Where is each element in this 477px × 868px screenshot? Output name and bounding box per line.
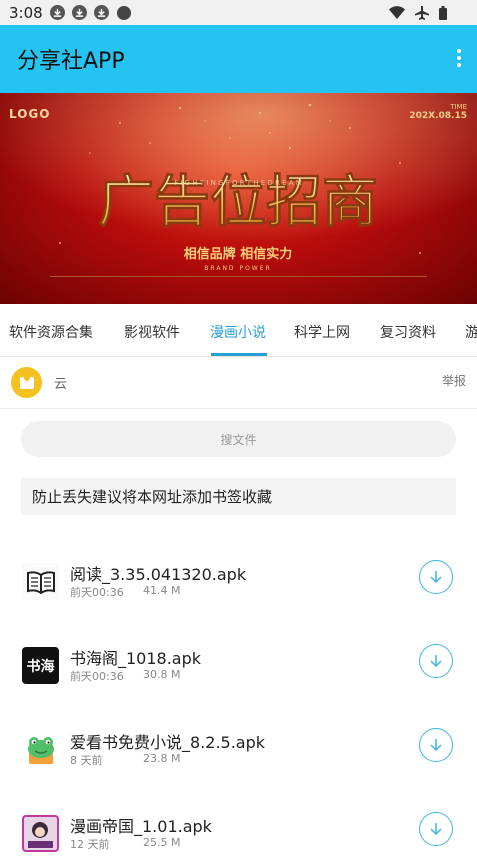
banner-logo: LOGO xyxy=(9,107,51,121)
search-input[interactable]: 搜文件 xyxy=(21,421,456,457)
uploader-name[interactable]: 云 xyxy=(54,373,67,392)
banner-slogan: 相信品牌 相信实力 xyxy=(184,246,293,262)
download-button[interactable] xyxy=(419,728,453,762)
list-item[interactable]: 阅读_3.35.041320.apk 前天00:36 41.4 M xyxy=(0,532,477,616)
download-button[interactable] xyxy=(419,812,453,846)
banner-date: 202X.08.15 xyxy=(409,111,467,121)
tab-games[interactable]: 游 xyxy=(465,322,477,342)
list-item[interactable]: 漫画帝国_1.01.apk 12 天前 25.5 M xyxy=(0,784,477,868)
file-size: 30.8 M xyxy=(143,668,181,681)
file-size: 41.4 M xyxy=(143,584,181,597)
category-tabs: 软件资源合集 影视软件 漫画小说 科学上网 复习资料 游 xyxy=(0,304,477,357)
uploader-row: 云 举报 xyxy=(0,358,477,409)
active-tab-indicator xyxy=(211,353,267,356)
bookmark-notice: 防止丢失建议将本网址添加书签收藏 xyxy=(21,478,456,515)
status-time: 3:08 xyxy=(9,3,43,22)
file-name: 爱看书免费小说_8.2.5.apk xyxy=(70,733,266,752)
manga-icon xyxy=(22,815,59,852)
tab-comics-novels[interactable]: 漫画小说 xyxy=(210,322,266,342)
download-icon xyxy=(430,571,442,584)
notice-text: 防止丢失建议将本网址添加书签收藏 xyxy=(32,488,273,506)
download-button[interactable] xyxy=(419,644,453,678)
ad-banner[interactable]: 广告位招商 F I G H T I N G F O R T H E D R E … xyxy=(0,93,477,304)
download-icon xyxy=(430,823,442,836)
tab-study-materials[interactable]: 复习资料 xyxy=(380,322,436,342)
list-item[interactable]: 书海 书海阁_1018.apk 前天00:36 30.8 M xyxy=(0,616,477,700)
battery-icon xyxy=(439,5,447,20)
wifi-icon xyxy=(389,6,405,19)
tab-software-collection[interactable]: 软件资源合集 xyxy=(9,322,93,342)
banner-divider xyxy=(50,276,427,277)
list-item[interactable]: 爱看书免费小说_8.2.5.apk 8 天前 23.8 M xyxy=(0,700,477,784)
download-notification-icon xyxy=(49,5,65,20)
download-button[interactable] xyxy=(419,560,453,594)
book-icon xyxy=(22,563,59,600)
banner-spaced-en: F I G H T I N G F O R T H E D R E A M xyxy=(174,179,302,187)
download-notification-icon xyxy=(71,5,87,20)
notification-dot-icon xyxy=(116,5,131,20)
file-size: 25.5 M xyxy=(143,836,181,849)
download-icon xyxy=(430,739,442,752)
file-time: 8 天前 xyxy=(70,754,103,767)
file-name: 漫画帝国_1.01.apk xyxy=(70,817,212,836)
app-bar: 分享社APP xyxy=(0,25,477,93)
avatar[interactable] xyxy=(11,367,42,398)
banner-sparkle-decoration: 广告位招商 F I G H T I N G F O R T H E D R E … xyxy=(0,93,477,304)
report-link[interactable]: 举报 xyxy=(442,372,466,389)
search-placeholder: 搜文件 xyxy=(220,432,257,447)
banner-time-block: TIME 202X.08.15 xyxy=(409,103,467,121)
tab-video-software[interactable]: 影视软件 xyxy=(124,322,180,342)
file-time: 前天00:36 xyxy=(70,586,124,599)
status-bar: 3:08 xyxy=(0,0,477,25)
airplane-icon xyxy=(415,5,429,20)
file-size: 23.8 M xyxy=(143,752,181,765)
file-time: 前天00:36 xyxy=(70,670,124,683)
file-name: 阅读_3.35.041320.apk xyxy=(70,565,247,584)
frog-icon xyxy=(22,731,59,768)
download-notification-icon xyxy=(93,5,109,20)
shuhai-icon-text: 书海 xyxy=(26,658,55,675)
tab-vpn[interactable]: 科学上网 xyxy=(294,322,350,342)
app-title: 分享社APP xyxy=(17,49,125,74)
banner-slogan-en: BRAND POWER xyxy=(204,265,271,272)
more-options-icon[interactable] xyxy=(455,49,463,69)
download-icon xyxy=(430,655,442,668)
file-time: 12 天前 xyxy=(70,838,110,851)
shuhai-icon: 书海 xyxy=(22,647,59,684)
file-name: 书海阁_1018.apk xyxy=(70,649,202,668)
